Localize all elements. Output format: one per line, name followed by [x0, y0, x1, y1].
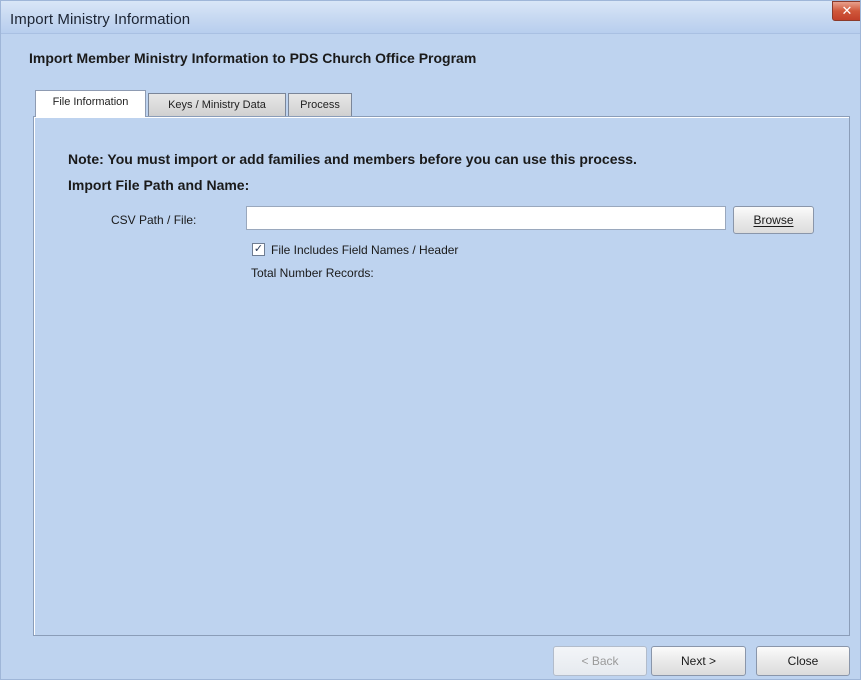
close-window-button[interactable]: ✕ [832, 1, 860, 21]
tab-process[interactable]: Process [288, 93, 352, 117]
csv-path-input[interactable] [246, 206, 726, 230]
back-button[interactable]: < Back [553, 646, 647, 676]
browse-button[interactable]: Browse [733, 206, 814, 234]
prerequisite-note: Note: You must import or add families an… [68, 151, 637, 167]
close-icon: ✕ [841, 3, 853, 18]
import-ministry-window: Import Ministry Information ✕ Import Mem… [0, 0, 861, 680]
page-heading: Import Member Ministry Information to PD… [29, 50, 477, 66]
next-button[interactable]: Next > [651, 646, 746, 676]
csv-path-label: CSV Path / File: [111, 213, 197, 227]
header-checkbox[interactable]: ✓ [252, 243, 265, 256]
title-bar[interactable]: Import Ministry Information ✕ [1, 1, 860, 34]
tab-file-information[interactable]: File Information [35, 90, 146, 117]
tab-keys-ministry-data[interactable]: Keys / Ministry Data [148, 93, 286, 117]
back-button-label: < Back [581, 654, 619, 668]
tab-panel-file-information [33, 116, 850, 636]
close-button[interactable]: Close [756, 646, 850, 676]
next-button-label: Next > [680, 654, 716, 668]
window-title: Import Ministry Information [10, 11, 191, 28]
checkmark-icon: ✓ [253, 243, 264, 255]
header-checkbox-label[interactable]: File Includes Field Names / Header [271, 243, 458, 257]
browse-button-label: Browse [753, 213, 794, 227]
import-file-section-label: Import File Path and Name: [68, 177, 250, 193]
close-button-label: Close [787, 654, 819, 668]
total-records-label: Total Number Records: [251, 266, 374, 280]
